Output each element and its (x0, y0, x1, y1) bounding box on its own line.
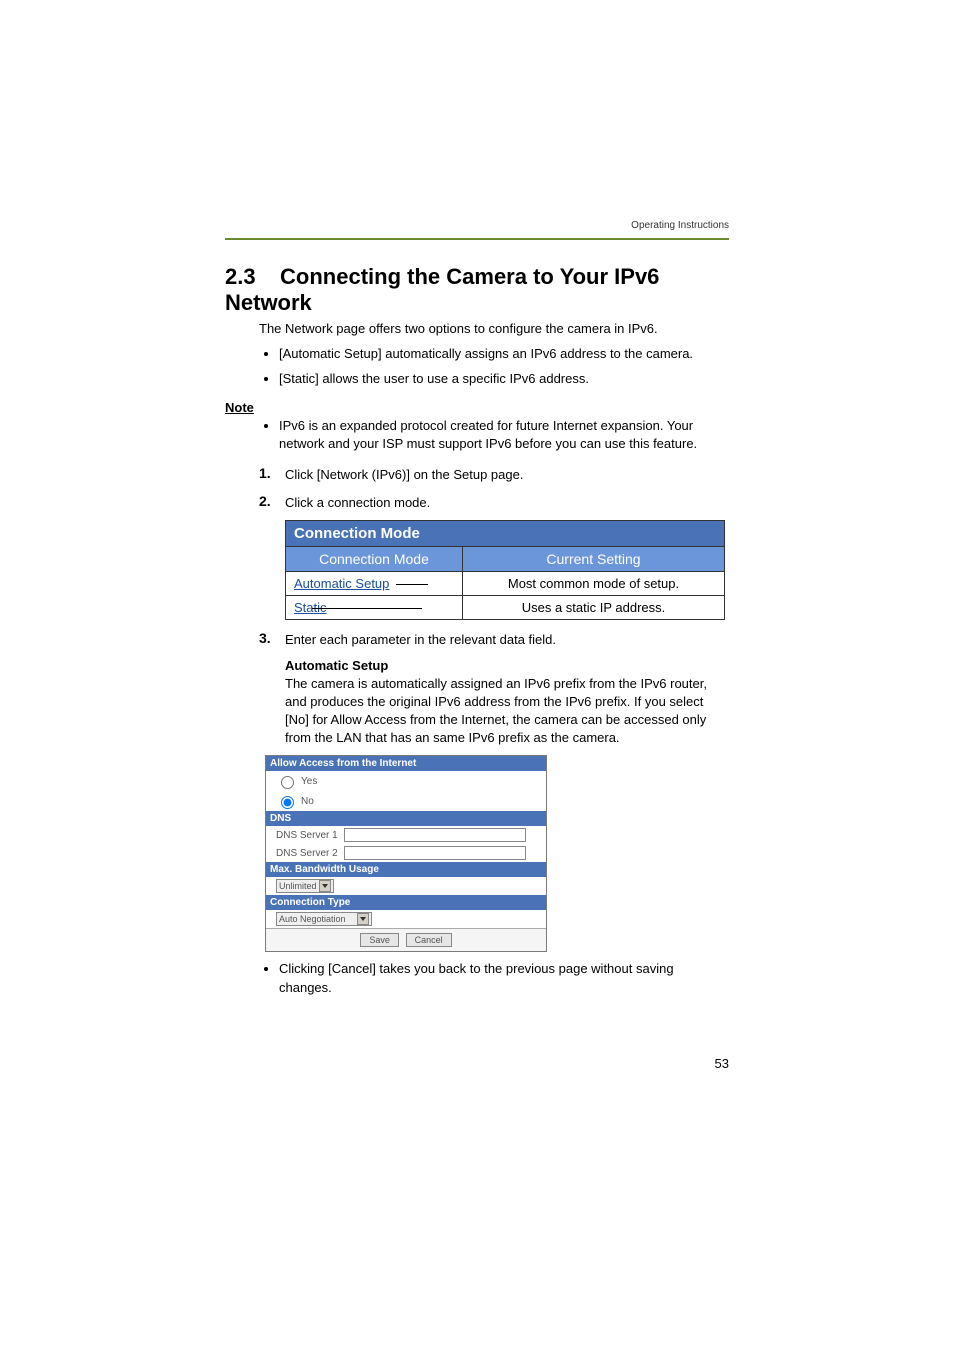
step-text: Enter each parameter in the relevant dat… (285, 630, 556, 650)
bullet-item: [Automatic Setup] automatically assigns … (279, 344, 729, 365)
callout-line (312, 608, 422, 609)
ct-select-value: Auto Negotiation (279, 914, 346, 924)
automatic-setup-heading: Automatic Setup (285, 658, 729, 673)
section-intro: The Network page offers two options to c… (259, 320, 729, 338)
radio-yes[interactable] (281, 776, 294, 789)
note-list: IPv6 is an expanded protocol created for… (279, 417, 729, 453)
conn-table-title: Connection Mode (286, 521, 725, 547)
conn-link-automatic[interactable]: Automatic Setup (286, 572, 463, 596)
steps-list: 1. Click [Network (IPv6)] on the Setup p… (259, 465, 729, 512)
radio-no-label: No (301, 796, 314, 807)
chevron-down-icon (319, 880, 331, 892)
header-divider (225, 238, 729, 240)
form-button-row: Save Cancel (266, 928, 546, 951)
conn-desc: Uses a static IP address. (463, 596, 725, 620)
form-hdr-bw: Max. Bandwidth Usage (266, 862, 546, 877)
note-label: Note (225, 400, 729, 415)
closing-item: Clicking [Cancel] takes you back to the … (279, 960, 729, 996)
header-doc-title: Operating Instructions (631, 220, 729, 231)
bw-select[interactable]: Unlimited (276, 879, 334, 893)
form-hdr-ct: Connection Type (266, 895, 546, 910)
note-item: IPv6 is an expanded protocol created for… (279, 417, 729, 453)
radio-yes-row[interactable]: Yes (266, 771, 546, 791)
bw-select-value: Unlimited (279, 881, 317, 891)
conn-head-current: Current Setting (463, 547, 725, 572)
dns2-label: DNS Server 2 (276, 848, 344, 859)
radio-yes-label: Yes (301, 776, 317, 787)
chevron-down-icon (357, 913, 369, 925)
step-number: 3. (259, 630, 285, 646)
callout-line (396, 584, 428, 585)
dns2-row: DNS Server 2 (266, 844, 546, 862)
step-1: 1. Click [Network (IPv6)] on the Setup p… (259, 465, 729, 485)
settings-form: Allow Access from the Internet Yes No DN… (265, 755, 547, 952)
bw-row: Unlimited (266, 877, 546, 895)
dns2-input[interactable] (344, 846, 526, 860)
page-number: 53 (715, 1056, 729, 1071)
connection-mode-table: Connection Mode Connection Mode Current … (285, 520, 725, 620)
ct-select[interactable]: Auto Negotiation (276, 912, 372, 926)
step-number: 2. (259, 493, 285, 509)
conn-link-label: Automatic Setup (294, 576, 389, 591)
cancel-button[interactable]: Cancel (406, 933, 452, 947)
bullet-item: [Static] allows the user to use a specif… (279, 369, 729, 390)
conn-desc: Most common mode of setup. (463, 572, 725, 596)
conn-head-mode: Connection Mode (286, 547, 463, 572)
step-number: 1. (259, 465, 285, 481)
save-button[interactable]: Save (360, 933, 399, 947)
step-2: 2. Click a connection mode. (259, 493, 729, 513)
radio-no-row[interactable]: No (266, 791, 546, 811)
section-number: 2.3 (225, 264, 256, 289)
form-hdr-dns: DNS (266, 811, 546, 826)
automatic-setup-body: The camera is automatically assigned an … (285, 675, 729, 748)
form-hdr-access: Allow Access from the Internet (266, 756, 546, 771)
dns1-row: DNS Server 1 (266, 826, 546, 844)
radio-no[interactable] (281, 796, 294, 809)
dns1-label: DNS Server 1 (276, 830, 344, 841)
section-bullets: [Automatic Setup] automatically assigns … (279, 344, 729, 390)
step-text: Click a connection mode. (285, 493, 430, 513)
step-text: Click [Network (IPv6)] on the Setup page… (285, 465, 523, 485)
section-heading: 2.3 Connecting the Camera to Your IPv6 N… (225, 264, 729, 316)
steps-list-cont: 3. Enter each parameter in the relevant … (259, 630, 729, 650)
step-3: 3. Enter each parameter in the relevant … (259, 630, 729, 650)
ct-row: Auto Negotiation (266, 910, 546, 928)
conn-link-static[interactable]: Static (286, 596, 463, 620)
closing-bullets: Clicking [Cancel] takes you back to the … (279, 960, 729, 996)
section-title: Connecting the Camera to Your IPv6 Netwo… (225, 264, 659, 315)
dns1-input[interactable] (344, 828, 526, 842)
